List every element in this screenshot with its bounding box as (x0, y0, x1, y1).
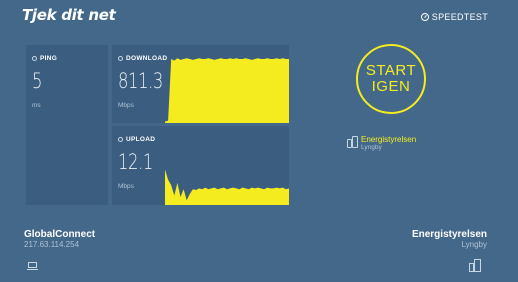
laptop-icon (27, 262, 38, 270)
server-name: Energistyrelsen (361, 135, 417, 144)
start-again-label: START IGEN (365, 62, 417, 95)
host-name: Energistyrelsen (411, 229, 487, 240)
graph-area (165, 58, 289, 123)
ping-panel: PING 5 ms (26, 45, 108, 205)
download-panel: DOWNLOAD 811.3 Mbps (112, 45, 289, 123)
host-info[interactable]: Energistyrelsen Lyngby (412, 229, 487, 250)
ping-unit: ms (32, 102, 41, 109)
server-icon (347, 136, 358, 149)
upload-label-row: UPLOAD (118, 136, 155, 143)
host-city: Lyngby (461, 240, 488, 249)
download-label-row: DOWNLOAD (118, 55, 167, 62)
ring-icon (118, 56, 123, 61)
selected-server[interactable]: Energistyrelsen Lyngby (347, 135, 416, 152)
server-city: Lyngby (361, 144, 382, 151)
ring-icon (32, 56, 37, 61)
upload-unit: Mbps (118, 183, 134, 190)
download-label: DOWNLOAD (126, 55, 168, 62)
isp-ip: 217.63.114.254 (24, 240, 80, 249)
upload-graph (165, 169, 289, 205)
ring-icon (118, 137, 123, 142)
download-value: 811.3 (118, 69, 163, 93)
upload-label: UPLOAD (126, 136, 156, 143)
speedometer-icon (420, 13, 429, 21)
ping-label-row: PING (32, 55, 57, 62)
isp-info: GlobalConnect 217.63.114.254 (24, 229, 95, 250)
start-again-button[interactable]: START IGEN (356, 44, 426, 114)
download-unit: Mbps (118, 102, 134, 109)
graph-area (165, 169, 289, 205)
upload-panel: UPLOAD 12.1 Mbps (112, 126, 289, 205)
upload-value: 12.1 (118, 150, 153, 174)
ping-value: 5 (32, 69, 43, 93)
download-graph (165, 58, 289, 123)
isp-name: GlobalConnect (24, 229, 96, 240)
ping-label: PING (40, 55, 58, 62)
speedtest-label: SPEEDTEST (431, 12, 488, 22)
speedtest-link[interactable]: SPEEDTEST (420, 12, 488, 22)
brand-logo[interactable]: Tjek dit net (22, 6, 116, 24)
server-icon (469, 259, 481, 272)
